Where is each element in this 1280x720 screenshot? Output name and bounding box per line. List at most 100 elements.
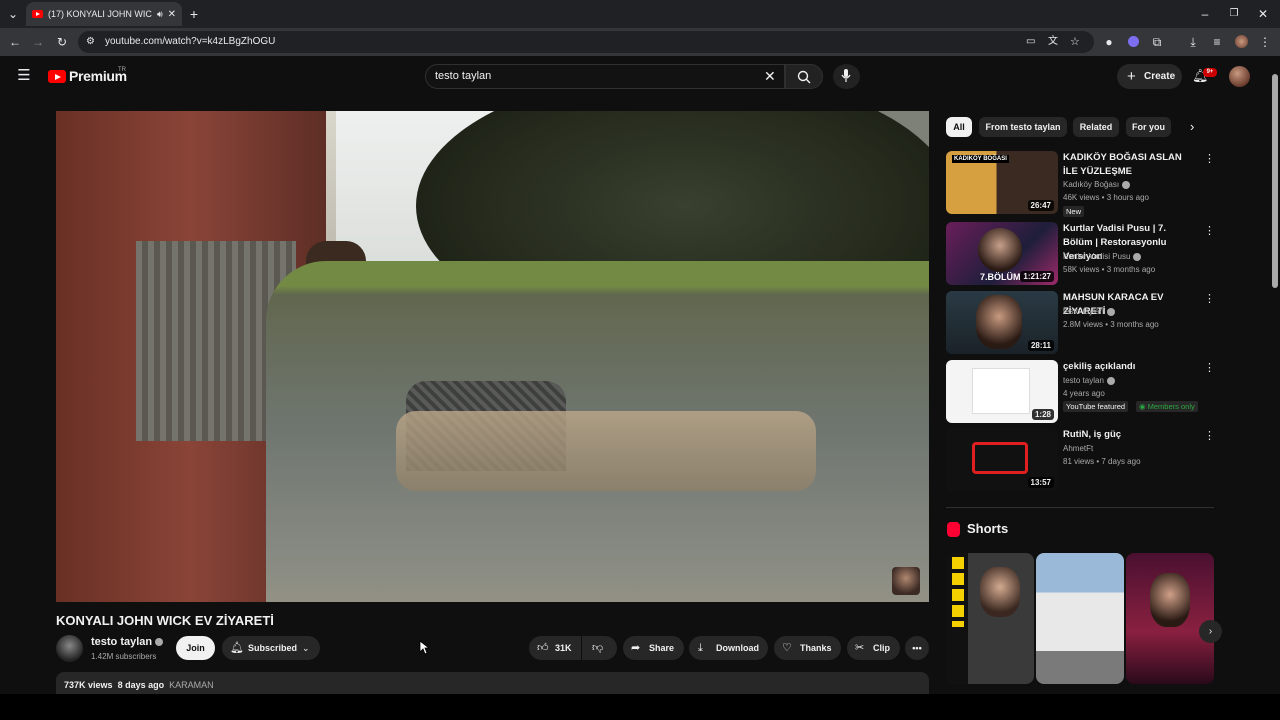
profile-avatar-icon[interactable]: [1235, 35, 1248, 48]
more-vertical-icon[interactable]: ⋮: [1204, 429, 1215, 442]
verified-icon: [1106, 376, 1115, 385]
thumb-overlay-text: KADIKÖY BOĞASI: [952, 155, 1009, 163]
tab-close-icon[interactable]: ✕: [168, 9, 176, 20]
video-duration: 1:21:27: [1020, 271, 1054, 282]
bell-icon: 🔔︎: [230, 642, 244, 654]
related-channel[interactable]: Kurtlar Vadisi Pusu: [1063, 252, 1142, 261]
window-close-icon[interactable]: ✕: [1256, 6, 1270, 22]
related-thumbnail[interactable]: 1:28: [946, 360, 1058, 423]
related-meta: 4 years ago: [1063, 389, 1105, 398]
more-vertical-icon[interactable]: ⋮: [1204, 224, 1215, 237]
chip-for-you[interactable]: For you: [1126, 117, 1171, 137]
search-input[interactable]: testo taylan ✕: [425, 64, 785, 89]
browser-menu-icon[interactable]: ⋮: [1258, 34, 1272, 50]
clip-button[interactable]: ✂ Clip: [847, 636, 900, 660]
channel-name[interactable]: testo taylan: [91, 636, 164, 648]
share-label: Share: [649, 643, 675, 653]
clip-label: Clip: [873, 643, 890, 653]
channel-avatar[interactable]: [56, 635, 83, 662]
chip-from-channel[interactable]: From testo taylan: [979, 117, 1067, 137]
download-button[interactable]: ⤓ Download: [689, 636, 768, 660]
search-button[interactable]: [785, 64, 823, 89]
bookmark-star-icon[interactable]: ☆: [1070, 34, 1080, 50]
verified-icon: [1106, 307, 1115, 316]
translate-icon[interactable]: 文: [1048, 34, 1058, 50]
shorts-next-chevron-icon[interactable]: ›: [1199, 620, 1222, 643]
scissors-icon: ✂: [855, 642, 865, 654]
download-label: Download: [716, 643, 759, 653]
speaker-icon[interactable]: 🔊︎: [157, 9, 163, 20]
verified-icon: [155, 638, 164, 647]
related-thumbnail[interactable]: 28:11: [946, 291, 1058, 354]
browser-tab[interactable]: (17) KONYALI JOHN WICK E 🔊︎ ✕: [26, 2, 182, 26]
related-channel-text: Kurtlar Vadisi Pusu: [1063, 252, 1131, 261]
hamburger-menu-icon[interactable]: ☰: [16, 68, 32, 84]
voice-search-button[interactable]: [833, 64, 860, 89]
more-vertical-icon[interactable]: ⋮: [1204, 292, 1215, 305]
extension-discord-icon[interactable]: [1128, 36, 1139, 47]
downloads-icon[interactable]: ⤓: [1186, 34, 1200, 50]
video-duration: 13:57: [1027, 477, 1054, 488]
tab-search-icon[interactable]: ⌄: [6, 6, 20, 22]
related-channel[interactable]: testo taylan: [1063, 376, 1115, 385]
mouse-cursor-icon: [419, 640, 429, 655]
members-only-text: Members only: [1147, 402, 1195, 411]
reading-list-icon[interactable]: ≡: [1210, 34, 1224, 50]
extensions-puzzle-icon[interactable]: ⧉: [1150, 34, 1164, 50]
related-title[interactable]: KADIKÖY BOĞASI ASLAN İLE YÜZLEŞME: [1063, 151, 1198, 179]
members-only-badge: ◉ Members only: [1136, 401, 1198, 412]
related-channel[interactable]: AhmetFt: [1063, 444, 1093, 453]
clear-search-icon[interactable]: ✕: [764, 65, 776, 88]
account-avatar[interactable]: [1229, 66, 1250, 87]
more-actions-button[interactable]: •••: [905, 636, 929, 660]
related-channel[interactable]: Kadıköy Boğası: [1063, 180, 1131, 189]
site-info-icon[interactable]: ⚙: [86, 34, 95, 50]
forward-icon[interactable]: →: [30, 34, 46, 50]
thumb-face: [1150, 573, 1190, 627]
channel-name-text: testo taylan: [91, 636, 153, 648]
channel-watermark[interactable]: [892, 567, 920, 595]
location-tag[interactable]: KARAMAN: [169, 680, 214, 690]
more-vertical-icon[interactable]: ⋮: [1204, 361, 1215, 374]
video-player[interactable]: [56, 111, 929, 602]
thanks-heart-icon: ♡: [782, 642, 792, 654]
chip-all[interactable]: All: [946, 117, 972, 137]
short-thumbnail[interactable]: [1036, 553, 1124, 684]
related-title[interactable]: çekiliş açıklandı: [1063, 360, 1198, 374]
thumb-ranking-list: [952, 557, 964, 627]
new-badge: New: [1063, 206, 1085, 217]
address-field[interactable]: ⚙ youtube.com/watch?v=k4zLBgZhOGU ▭ 文 ☆: [78, 31, 1094, 53]
cast-icon[interactable]: ▭: [1026, 34, 1035, 50]
related-title[interactable]: RutiN, iş güç: [1063, 428, 1198, 442]
join-button[interactable]: Join: [176, 636, 215, 660]
related-thumbnail[interactable]: 7.BÖLÜM 1:21:27: [946, 222, 1058, 285]
chips-next-chevron-icon[interactable]: ›: [1190, 119, 1194, 134]
download-icon: ⤓: [698, 642, 703, 654]
like-button[interactable]: 👍︎ 31K: [529, 636, 581, 660]
reload-icon[interactable]: ↻: [54, 34, 70, 50]
share-button[interactable]: ➦ Share: [623, 636, 684, 660]
related-meta: 2.8M views • 3 months ago: [1063, 320, 1159, 329]
thumbs-up-icon: 👍︎: [537, 642, 549, 654]
minimize-icon[interactable]: –: [1198, 6, 1212, 22]
extension-icon[interactable]: ●: [1102, 34, 1116, 50]
new-tab-icon[interactable]: +: [187, 6, 201, 22]
thumb-face: [976, 295, 1022, 349]
thanks-button[interactable]: ♡ Thanks: [774, 636, 841, 660]
youtube-logo-icon[interactable]: [48, 70, 66, 83]
short-thumbnail[interactable]: [946, 553, 1034, 684]
more-vertical-icon[interactable]: ⋮: [1204, 152, 1215, 165]
chip-related[interactable]: Related: [1073, 117, 1119, 137]
shorts-icon: [947, 522, 960, 537]
related-thumbnail[interactable]: KADIKÖY BOĞASI 26:47: [946, 151, 1058, 214]
related-channel[interactable]: testo taylan: [1063, 307, 1115, 316]
notification-badge: 9+: [1203, 68, 1217, 77]
related-thumbnail[interactable]: 13:57: [946, 428, 1058, 491]
create-button[interactable]: + Create: [1117, 64, 1182, 89]
scrollbar-thumb[interactable]: [1272, 74, 1278, 288]
short-thumbnail[interactable]: [1126, 553, 1214, 684]
subscribed-button[interactable]: 🔔︎ Subscribed ⌄: [222, 636, 320, 660]
back-icon[interactable]: ←: [7, 34, 23, 50]
dislike-button[interactable]: 👎︎: [582, 636, 617, 660]
restore-icon[interactable]: ❐: [1227, 6, 1241, 22]
